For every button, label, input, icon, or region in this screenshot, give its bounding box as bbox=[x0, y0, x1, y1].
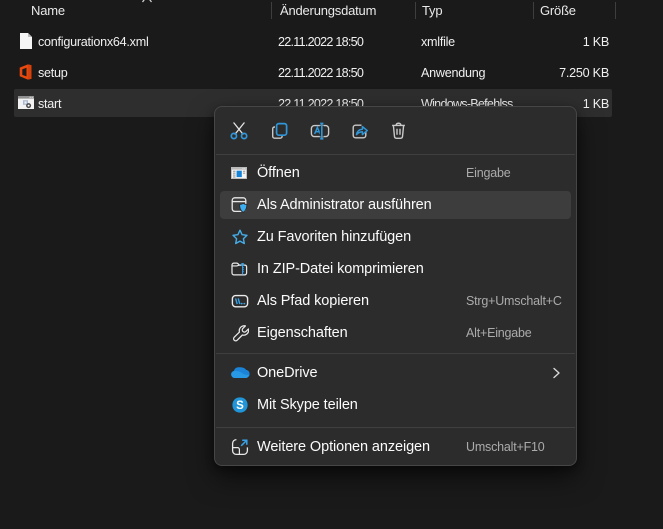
svg-text:S: S bbox=[236, 400, 244, 412]
